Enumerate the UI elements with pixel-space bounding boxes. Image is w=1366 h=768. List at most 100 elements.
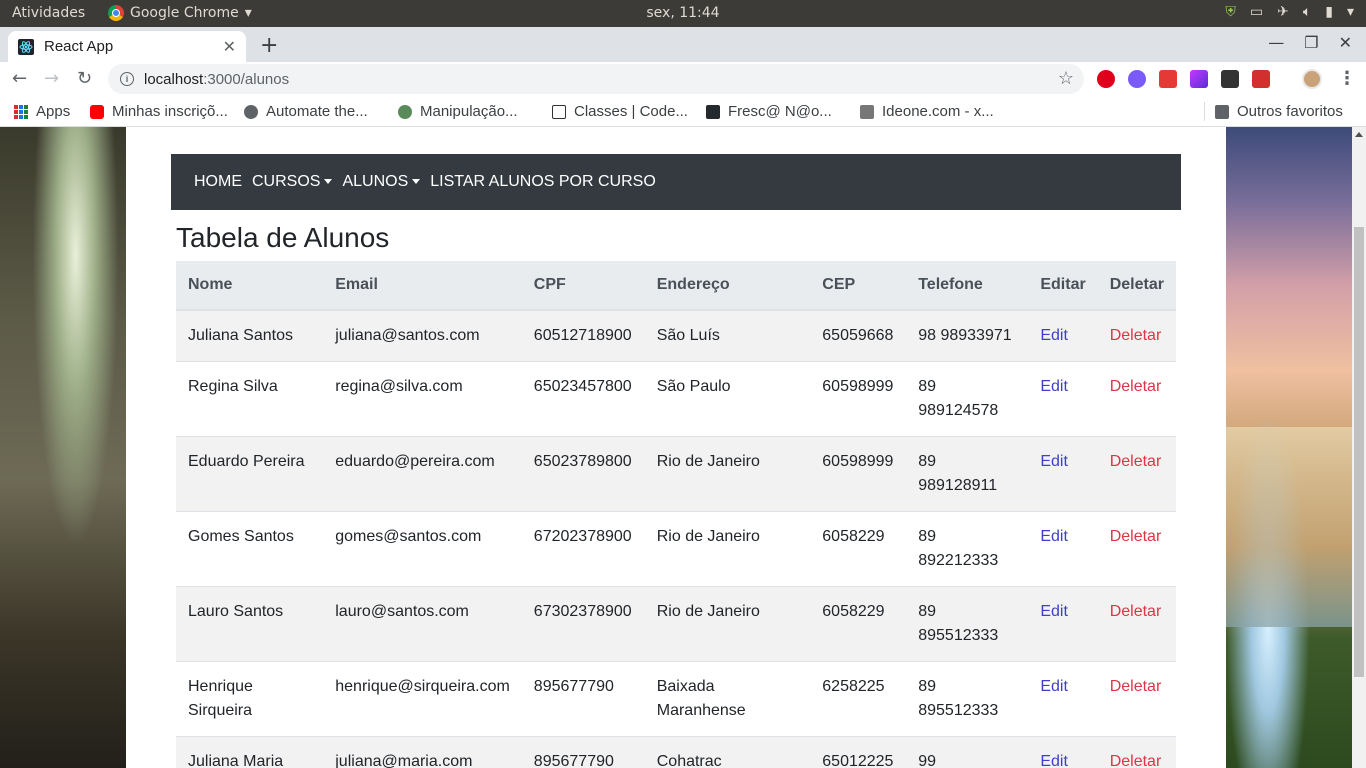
kebab-menu-icon[interactable]: ⋮ <box>1338 68 1356 89</box>
edit-link[interactable]: Edit <box>1040 528 1068 545</box>
reload-icon[interactable]: ↻ <box>77 68 92 89</box>
close-tab-icon[interactable]: ✕ <box>223 37 236 56</box>
extension-code-icon[interactable] <box>1221 70 1239 88</box>
cell-deletar: Deletar <box>1097 361 1176 437</box>
bookmark-item[interactable]: Ideone.com - x... <box>860 103 994 120</box>
cell-cep: 65012225 <box>810 736 907 768</box>
page-viewport: HOME CURSOS ALUNOS LISTAR ALUNOS POR CUR… <box>0 127 1366 768</box>
bookmark-item[interactable]: Classes | Code... <box>552 103 688 120</box>
extension-r-icon[interactable] <box>1128 70 1146 88</box>
delete-link[interactable]: Deletar <box>1110 753 1162 768</box>
extension-pin-icon[interactable] <box>1159 70 1177 88</box>
scrollbar-thumb[interactable] <box>1354 227 1364 677</box>
nav-home[interactable]: HOME <box>194 173 242 191</box>
restore-icon[interactable]: ❐ <box>1304 33 1318 52</box>
cell-email: eduardo@pereira.com <box>323 436 522 512</box>
bookmark-label: Automate the... <box>266 103 368 120</box>
cell-cpf: 65023789800 <box>521 436 645 512</box>
bookmark-item[interactable]: Minhas inscriçõ... <box>90 103 228 120</box>
folder-icon <box>1215 104 1229 119</box>
bookmark-item[interactable]: Fresc@ N@o... <box>706 103 832 120</box>
edit-link[interactable]: Edit <box>1040 378 1068 395</box>
col-deletar: Deletar <box>1097 261 1176 311</box>
edit-link[interactable]: Edit <box>1040 678 1068 695</box>
info-icon[interactable]: i <box>120 72 134 86</box>
cell-cpf: 895677790 <box>521 736 645 768</box>
delete-link[interactable]: Deletar <box>1110 528 1162 545</box>
shield-icon[interactable]: ⛨ <box>1225 4 1236 20</box>
bookmark-label: Manipulação... <box>420 103 518 120</box>
col-editar: Editar <box>1028 261 1098 311</box>
browser-tab[interactable]: React App ✕ <box>8 31 246 62</box>
edit-link[interactable]: Edit <box>1040 453 1068 470</box>
cell-nome: Lauro Santos <box>176 586 324 662</box>
cell-endereco: Rio de Janeiro <box>644 586 811 662</box>
cell-email: juliana@maria.com <box>323 736 522 768</box>
edit-link[interactable]: Edit <box>1040 603 1068 620</box>
scroll-up-icon[interactable] <box>1355 132 1363 137</box>
address-bar[interactable]: i localhost:3000/alunos ☆ <box>108 64 1084 94</box>
bookmark-label: Fresc@ N@o... <box>728 103 832 120</box>
minimize-icon[interactable]: — <box>1268 33 1284 52</box>
other-bookmarks[interactable]: Outros favoritos <box>1215 103 1343 120</box>
cell-email: lauro@santos.com <box>323 586 522 662</box>
page-scrollbar[interactable] <box>1352 127 1366 768</box>
cell-telefone: 89 989124578 <box>906 361 1029 437</box>
back-arrow-icon[interactable]: ← <box>12 68 27 89</box>
delete-link[interactable]: Deletar <box>1110 327 1162 344</box>
delete-link[interactable]: Deletar <box>1110 678 1162 695</box>
clock[interactable]: sex, 11:44 <box>0 5 1366 21</box>
delete-link[interactable]: Deletar <box>1110 453 1162 470</box>
cell-telefone: 89 895512333 <box>906 661 1029 737</box>
extension-grid-icon[interactable] <box>1252 70 1270 88</box>
cell-endereco: São Paulo <box>644 361 811 437</box>
table-row: Gomes Santos gomes@santos.com 67202378900 R… <box>176 511 1176 587</box>
bookmark-label: Classes | Code... <box>574 103 688 120</box>
ublock-icon[interactable] <box>1097 70 1115 88</box>
cell-cpf: 67302378900 <box>521 586 645 662</box>
delete-link[interactable]: Deletar <box>1110 603 1162 620</box>
edit-link[interactable]: Edit <box>1040 753 1068 768</box>
bookmark-star-icon[interactable]: ☆ <box>1058 68 1074 89</box>
bookmark-label: Ideone.com - x... <box>882 103 994 120</box>
cell-email: juliana@santos.com <box>323 309 522 362</box>
apps-grid-icon <box>14 104 28 119</box>
profile-avatar[interactable] <box>1302 69 1322 89</box>
table-row: Lauro Santos lauro@santos.com 67302378900 R… <box>176 586 1176 662</box>
nav-listar-alunos[interactable]: LISTAR ALUNOS POR CURSO <box>430 173 656 191</box>
table-row: Juliana Maria juliana@maria.com 895677790 C… <box>176 736 1176 768</box>
delete-link[interactable]: Deletar <box>1110 378 1162 395</box>
cell-cep: 60598999 <box>810 361 907 437</box>
new-tab-button[interactable]: + <box>260 33 278 58</box>
col-telefone: Telefone <box>906 261 1029 311</box>
other-bookmarks-label: Outros favoritos <box>1237 103 1343 120</box>
bookmark-item[interactable]: Automate the... <box>244 103 368 120</box>
cell-cep: 6058229 <box>810 586 907 662</box>
edit-link[interactable]: Edit <box>1040 327 1068 344</box>
cell-email: regina@silva.com <box>323 361 522 437</box>
cell-nome: Henrique Sirqueira <box>176 661 324 737</box>
bookmark-apps[interactable]: Apps <box>14 103 70 120</box>
airplane-icon: ✈ <box>1277 4 1289 20</box>
extension-pen-icon[interactable] <box>1190 70 1208 88</box>
nav-alunos-dropdown[interactable]: ALUNOS <box>342 173 421 191</box>
caret-down-icon <box>412 178 421 184</box>
system-tray[interactable]: ⛨ ▭ ✈ 🔈︎ ▮ ▾ <box>1225 4 1354 20</box>
battery-icon: ▮ <box>1325 4 1333 20</box>
bookmarks-separator <box>1204 102 1205 121</box>
nav-cursos-dropdown[interactable]: CURSOS <box>252 173 333 191</box>
tab-strip: React App ✕ + — ❐ ✕ <box>0 27 1366 62</box>
navbar: HOME CURSOS ALUNOS LISTAR ALUNOS POR CUR… <box>171 154 1181 210</box>
col-cpf: CPF <box>521 261 645 311</box>
cell-deletar: Deletar <box>1097 309 1176 362</box>
building-image <box>1226 427 1366 627</box>
cell-cep: 60598999 <box>810 436 907 512</box>
table-body: Juliana Santos juliana@santos.com 60512718… <box>176 309 1176 768</box>
table-header-row: Nome Email CPF Endereço CEP Telefone Edi… <box>176 261 1176 311</box>
close-window-icon[interactable]: ✕ <box>1339 33 1352 52</box>
youtube-icon <box>90 104 104 119</box>
forward-arrow-icon[interactable]: → <box>44 68 59 89</box>
cell-cpf: 895677790 <box>521 661 645 737</box>
cell-telefone: 89 892212333 <box>906 511 1029 587</box>
bookmark-item[interactable]: Manipulação... <box>398 103 518 120</box>
